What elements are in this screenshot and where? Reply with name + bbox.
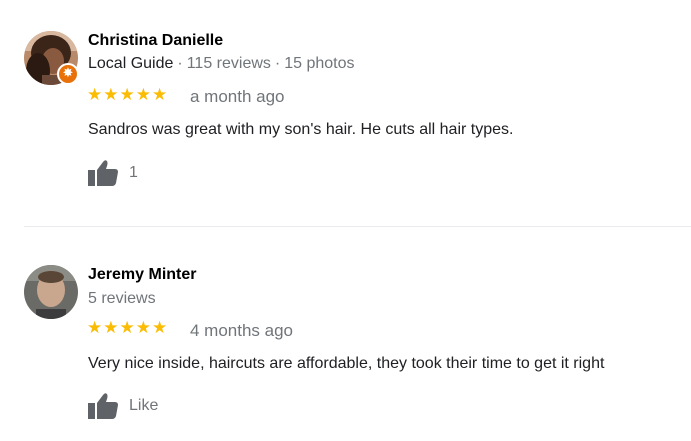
separator: · bbox=[274, 55, 281, 72]
local-guide-label: Local Guide bbox=[88, 55, 174, 72]
review-date: a month ago bbox=[190, 87, 285, 106]
avatar[interactable] bbox=[24, 265, 78, 319]
star-rating: ★★★★★ bbox=[87, 318, 169, 338]
reviewer-name[interactable]: Christina Danielle bbox=[88, 32, 223, 50]
review-date: 4 months ago bbox=[190, 321, 294, 340]
reviewer-meta: 5 reviews bbox=[88, 290, 156, 308]
review-text: Very nice inside, haircuts are affordabl… bbox=[88, 355, 605, 372]
review-card: ✸ Christina Danielle Local Guide · 115 rev… bbox=[0, 0, 691, 226]
reviews-count: 115 reviews bbox=[186, 55, 271, 72]
like-label: Like bbox=[129, 397, 159, 414]
thumbs-up-icon bbox=[88, 393, 118, 419]
local-guide-star-icon: ✸ bbox=[57, 63, 79, 85]
like-button[interactable]: Like bbox=[87, 391, 158, 421]
star-rating: ★★★★★ bbox=[87, 85, 169, 105]
thumbs-up-icon bbox=[88, 160, 118, 186]
reviewer-meta: Local Guide · 115 reviews · 15 photos bbox=[88, 55, 355, 73]
review-text: Sandros was great with my son's hair. He… bbox=[88, 121, 514, 138]
like-button[interactable]: 1 bbox=[87, 158, 138, 188]
review-card: Jeremy Minter 5 reviews ★★★★★ 4 months a… bbox=[0, 227, 691, 441]
reviewer-name[interactable]: Jeremy Minter bbox=[88, 266, 197, 284]
reviews-count: 5 reviews bbox=[88, 290, 156, 307]
photos-count: 15 photos bbox=[284, 55, 355, 72]
like-count: 1 bbox=[129, 164, 138, 181]
separator: · bbox=[177, 55, 183, 72]
